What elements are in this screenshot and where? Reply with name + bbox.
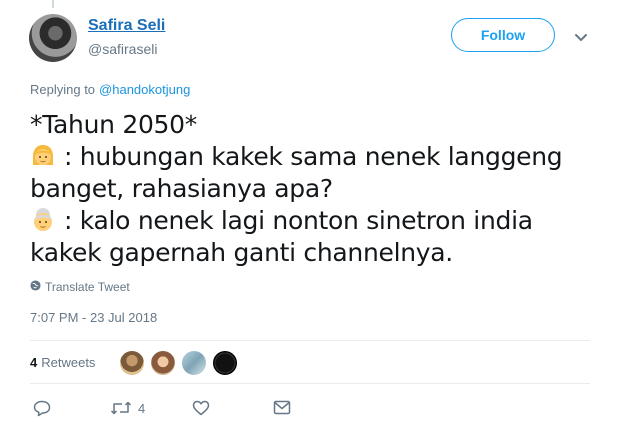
retweet-icon bbox=[110, 400, 132, 416]
tweet-line-4: : kalo nenek lagi nonton sinetron india bbox=[30, 205, 610, 237]
tweet-timestamp[interactable]: 7:07 PM - 23 Jul 2018 bbox=[30, 310, 157, 325]
translate-tweet-link[interactable]: Translate Tweet bbox=[30, 280, 130, 294]
replying-to: Replying to @handokotjung bbox=[30, 82, 190, 97]
reply-button[interactable] bbox=[33, 400, 51, 417]
tweet-line-2: : hubungan kakek sama nenek langgeng bbox=[30, 141, 610, 173]
follow-button[interactable]: Follow bbox=[451, 18, 555, 52]
author-display-name[interactable]: Safira Seli bbox=[88, 17, 165, 35]
heart-icon bbox=[192, 400, 210, 416]
translate-label: Translate Tweet bbox=[45, 280, 130, 294]
retweeter-avatar[interactable] bbox=[181, 350, 207, 376]
globe-icon bbox=[30, 280, 45, 294]
direct-message-button[interactable] bbox=[273, 400, 291, 415]
like-button[interactable] bbox=[192, 400, 210, 416]
tweet-line-3: banget, rahasianya apa? bbox=[30, 174, 333, 203]
tweet-line-4-text: : kalo nenek lagi nonton sinetron india bbox=[64, 206, 533, 235]
author-handle[interactable]: @safiraseli bbox=[88, 41, 157, 57]
tweet-line-5: kakek gapernah ganti channelnya. bbox=[30, 238, 453, 267]
retweet-button[interactable]: 4 bbox=[110, 400, 145, 416]
reply-icon bbox=[33, 400, 51, 417]
retweets-label: Retweets bbox=[41, 355, 96, 370]
older-woman-emoji-icon bbox=[30, 207, 56, 233]
replying-to-label: Replying to bbox=[30, 82, 96, 97]
retweets-count: 4 bbox=[30, 355, 38, 370]
reply-mention-link[interactable]: @handokotjung bbox=[99, 82, 190, 97]
stats-bottom-divider bbox=[30, 383, 590, 384]
retweet-action-count: 4 bbox=[138, 400, 146, 416]
retweeter-avatar[interactable] bbox=[212, 350, 238, 376]
retweets-stat-link[interactable]: 4 Retweets bbox=[30, 355, 95, 370]
retweeter-avatar[interactable] bbox=[150, 350, 176, 376]
envelope-icon bbox=[273, 400, 291, 415]
chevron-down-icon[interactable] bbox=[574, 30, 588, 42]
tweet-text: *Tahun 2050* : hubungan kakek sama nenek… bbox=[30, 109, 610, 269]
retweeter-avatars bbox=[119, 350, 243, 376]
thread-connector-line bbox=[52, 0, 54, 8]
tweet-line-1: *Tahun 2050* bbox=[30, 110, 197, 139]
tweet-line-2-text: : hubungan kakek sama nenek langgeng bbox=[64, 142, 563, 171]
author-avatar[interactable] bbox=[29, 14, 77, 62]
girl-emoji-icon bbox=[30, 143, 56, 169]
stats-top-divider bbox=[30, 340, 590, 341]
retweeter-avatar[interactable] bbox=[119, 350, 145, 376]
